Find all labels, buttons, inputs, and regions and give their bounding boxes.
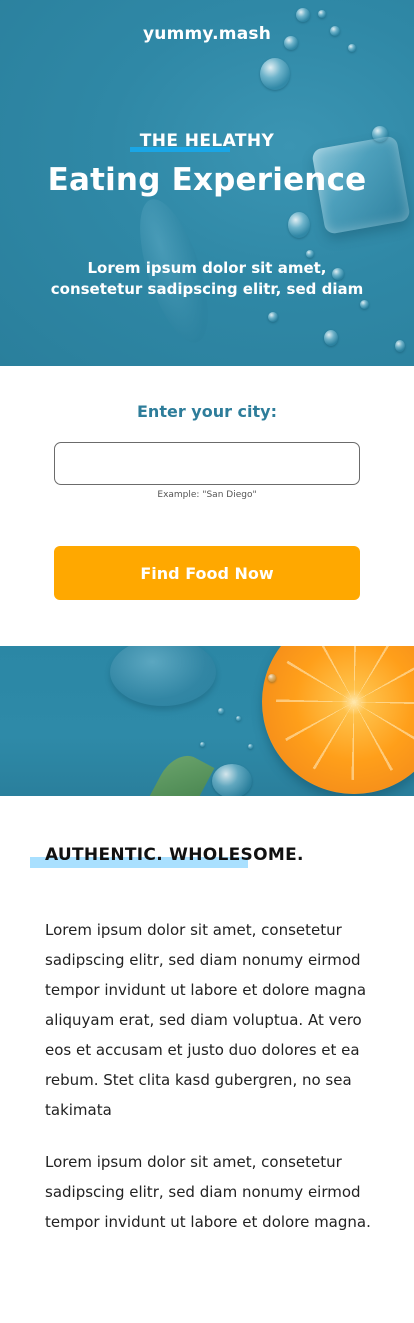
water-drop: [306, 250, 314, 258]
about-paragraph: Lorem ipsum dolor sit amet, consetetur s…: [45, 1153, 371, 1231]
water-drop: [212, 764, 252, 796]
hero-eyebrow-text: THE HELATHY: [139, 131, 275, 151]
water-drop: [236, 716, 241, 721]
water-drop: [260, 58, 290, 90]
food-banner-image: [0, 646, 414, 796]
water-drop: [110, 646, 216, 706]
water-drop: [318, 10, 326, 18]
water-drop: [348, 44, 356, 52]
water-drop: [395, 340, 405, 352]
hero-eyebrow: THE HELATHY: [129, 131, 278, 152]
city-label: Enter your city:: [137, 402, 277, 421]
water-drop: [248, 744, 253, 749]
orange-slice-image: [262, 646, 414, 794]
about-title: AUTHENTIC. WHOLESOME.: [45, 845, 304, 865]
hero-title: Eating Experience: [47, 162, 367, 198]
brand-logo[interactable]: yummy.mash: [0, 24, 414, 44]
find-food-button[interactable]: Find Food Now: [54, 546, 360, 600]
hero-subtitle-line: consetetur sadipscing elitr, sed diam: [50, 280, 364, 298]
water-drop: [296, 8, 310, 22]
hero-section: yummy.mash THE HELATHY Eating Experience…: [0, 0, 414, 366]
mint-leaf-image: [145, 747, 215, 796]
hero-eyebrow-wrap: THE HELATHY: [0, 131, 414, 152]
water-drop: [268, 674, 276, 682]
hero-subtitle: Lorem ipsum dolor sit amet, consetetur s…: [0, 258, 414, 300]
city-input[interactable]: [54, 442, 360, 485]
water-drop: [218, 708, 224, 714]
water-drop: [288, 212, 310, 238]
about-paragraph: Lorem ipsum dolor sit amet, consetetur s…: [45, 921, 367, 1119]
water-drop: [360, 300, 369, 309]
water-drop: [268, 312, 278, 322]
hero-subtitle-line: Lorem ipsum dolor sit amet,: [87, 259, 327, 277]
water-drop: [200, 742, 205, 747]
water-drop: [324, 330, 338, 346]
city-hint: Example: "San Diego": [157, 490, 257, 500]
